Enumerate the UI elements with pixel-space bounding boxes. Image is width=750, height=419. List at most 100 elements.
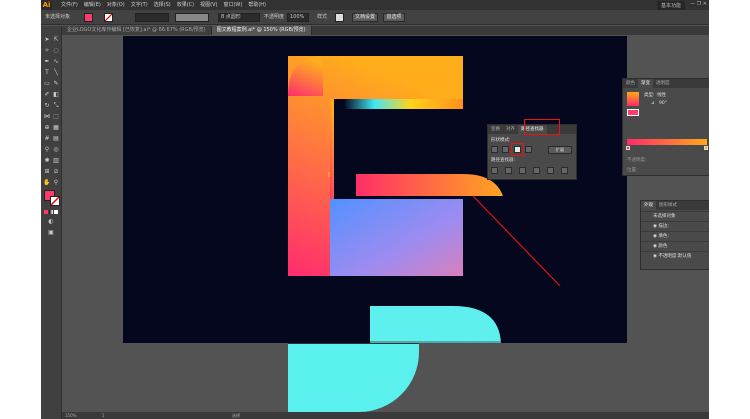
tab-transparency[interactable]: 透明度 [653,79,673,88]
shaper-tool-icon[interactable]: ✐ [43,91,51,99]
outline-icon[interactable] [547,167,554,174]
gradient-tool-icon[interactable]: ▤ [52,135,60,143]
none-mode-icon[interactable] [54,210,58,214]
illustrator-window: Ai 文件(F) 编辑(E) 对象(O) 文字(T) 选择(S) 效果(C) 视… [41,0,709,419]
slice-tool-icon[interactable]: ⧄ [52,168,60,176]
menu-help[interactable]: 帮助(H) [245,0,269,10]
exclude-icon[interactable] [525,146,532,153]
style-swatch[interactable] [335,13,344,22]
stroke-label: 描边: [658,224,669,229]
gradient-stop-end[interactable] [704,146,708,150]
artboard-tool-icon[interactable]: ⊞ [43,168,51,176]
zoom-tool-icon[interactable]: ⚲ [52,179,60,187]
menu-object[interactable]: 对象(O) [104,0,128,10]
pen-tool-icon[interactable]: ✒ [43,58,51,66]
type-tool-icon[interactable]: T [43,69,51,77]
gradient-preview[interactable] [627,92,639,106]
mesh-tool-icon[interactable]: # [43,135,51,143]
unite-icon[interactable] [491,146,498,153]
fill-swatch[interactable] [84,13,93,22]
minus-front-icon[interactable] [502,146,509,153]
style-label: 样式 [317,14,328,20]
brush-definition[interactable]: 8 点圆形 [218,13,260,22]
gradient-stop-start[interactable] [626,146,630,150]
cyan-shape-overflow[interactable] [288,343,419,412]
appearance-stroke-row[interactable]: ◉ 描边: [641,221,709,231]
symbol-sprayer-icon[interactable]: ✺ [43,157,51,165]
merge-icon[interactable] [519,167,526,174]
fill-label: 填色: [658,234,669,239]
line-tool-icon[interactable]: ╲ [52,69,60,77]
angle-value[interactable]: 90° [659,101,667,106]
stroke-weight-field[interactable] [135,13,169,22]
menu-edit[interactable]: 编辑(E) [81,0,104,10]
shape-builder-icon[interactable]: ⊕ [43,124,51,132]
menu-effect[interactable]: 效果(C) [174,0,197,10]
tab-gradient[interactable]: 渐变 [638,79,653,88]
free-transform-icon[interactable]: ⬚ [52,113,60,121]
appearance-color-row[interactable]: ◉ 颜色 [641,241,709,251]
rectangle-tool-icon[interactable]: ▭ [43,80,51,88]
minus-back-icon[interactable] [561,167,568,174]
workspace-switcher[interactable]: 基本功能 [656,1,685,10]
opacity-row-value: 默认值 [677,254,692,259]
type-value[interactable]: 线性 [657,92,666,98]
perspective-grid-icon[interactable]: ▦ [52,124,60,132]
opacity-field[interactable]: 100% [287,13,309,22]
control-bar: 未选择对象 8 点圆形 不透明度 100% 样式 文档设置 首选项 [41,10,709,25]
stroke-gradient-swatch[interactable] [627,109,639,116]
page-number[interactable]: 1 [102,412,105,419]
menu-type[interactable]: 文字(T) [128,0,151,10]
appearance-object-row[interactable]: 未选择对象 [641,211,709,221]
gradient-slider[interactable] [627,139,707,145]
tab-color[interactable]: 颜色 [623,79,638,88]
tab-document-1[interactable]: 企业LOGO文化库作编辑 [已恢复].ai* @ 66.67% (RGB/预览) [62,26,212,35]
eraser-icon[interactable]: ◧ [52,91,60,99]
width-tool-icon[interactable]: ⋈ [43,113,51,121]
menu-file[interactable]: 文件(F) [58,0,81,10]
screen-mode-icon[interactable]: ▣ [47,229,55,237]
expand-button[interactable]: 扩展 [548,146,572,154]
selection-tool-icon[interactable]: ➤ [43,36,51,44]
document-setup-button[interactable]: 文档设置 [352,13,378,22]
menu-window[interactable]: 窗口(W) [220,0,245,10]
magic-wand-icon[interactable]: ✧ [43,47,51,55]
eyedropper-icon[interactable]: ⚲ [43,146,51,154]
stroke-color-icon[interactable] [50,196,60,206]
crop-icon[interactable] [533,167,540,174]
artboard[interactable] [123,36,627,346]
menu-view[interactable]: 视图(V) [197,0,220,10]
preferences-button[interactable]: 首选项 [383,13,405,22]
curvature-tool-icon[interactable]: ∿ [52,58,60,66]
graph-tool-icon[interactable]: ▥ [52,157,60,165]
color-label: 颜色 [658,244,668,249]
draw-mode-icon[interactable]: ◐ [47,218,55,226]
tab-align[interactable]: 对齐 [503,125,518,134]
appearance-opacity-row[interactable]: ◉ 不透明度:默认值 [641,251,709,261]
menu-select[interactable]: 选择(S) [151,0,174,10]
tab-graphic-styles[interactable]: 图形样式 [656,201,680,210]
document-tabs: 企业LOGO文化库作编辑 [已恢复].ai* @ 66.67% (RGB/预览)… [62,26,709,35]
zoom-level[interactable]: 150% [65,412,76,419]
tab-transform[interactable]: 变换 [488,125,503,134]
rotate-tool-icon[interactable]: ↻ [43,102,51,110]
none-slash-icon [104,13,113,22]
divide-icon[interactable] [491,167,498,174]
appearance-panel: 外观 图形样式 未选择对象 ◉ 描边: ◉ 填色: ◉ 颜色 ◉ 不透明度:默认… [640,200,709,270]
hand-tool-icon[interactable]: ✋ [43,179,51,187]
menu-bar: Ai 文件(F) 编辑(E) 对象(O) 文字(T) 选择(S) 效果(C) 视… [41,0,709,10]
tab-appearance[interactable]: 外观 [641,201,656,210]
paintbrush-icon[interactable]: ✎ [52,80,60,88]
tab-document-2[interactable]: 图文教程案例.ai* @ 150% (RGB/预览) [211,26,312,35]
window-controls[interactable]: — ❐ ✕ [690,1,707,7]
gradient-mode-icon[interactable] [49,210,53,214]
appearance-fill-row[interactable]: ◉ 填色: [641,231,709,241]
stroke-swatch[interactable] [104,13,113,22]
trim-icon[interactable] [505,167,512,174]
lasso-icon[interactable]: ◌ [52,47,60,55]
variable-width-field[interactable] [175,13,209,22]
color-mode-icon[interactable] [44,210,48,214]
scale-tool-icon[interactable]: ⤡ [52,102,60,110]
blend-tool-icon[interactable]: ◎ [52,146,60,154]
direct-selection-tool-icon[interactable]: ⇱ [52,36,60,44]
